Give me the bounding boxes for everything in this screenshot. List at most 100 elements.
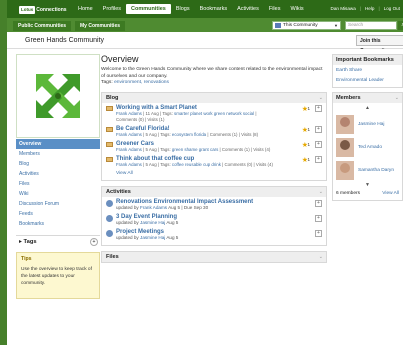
bookmark-link[interactable]: Environmental Leader: [333, 75, 402, 87]
avatar[interactable]: [336, 161, 354, 180]
post-visits: Visits (8): [241, 131, 259, 137]
activity-date: Aug 5: [168, 204, 181, 210]
avatar[interactable]: [336, 115, 354, 134]
sidebar-item-files[interactable]: Files: [16, 179, 100, 189]
chevron-down-icon: ▼: [334, 23, 338, 28]
post-comments[interactable]: Comments (0): [116, 117, 144, 122]
activities-widget: Activities ⌄ Renovations Environmental Im…: [101, 185, 327, 246]
nav-files[interactable]: Files: [264, 4, 286, 14]
members-view-all-link[interactable]: View All: [382, 191, 399, 196]
rating-count: 1: [307, 141, 310, 147]
sidebar-item-blog[interactable]: Blog: [16, 159, 100, 169]
post-date: 11 Aug: [145, 110, 159, 116]
community-tags-link[interactable]: environment, renovations: [114, 80, 169, 85]
expand-activity-icon[interactable]: +: [315, 199, 322, 207]
sidebar-item-overview[interactable]: Overview: [16, 139, 100, 149]
expand-post-icon[interactable]: +: [315, 140, 322, 148]
post-tags-link[interactable]: coffee reusable cup drink: [172, 162, 221, 167]
brand-connections: Connections: [36, 6, 67, 13]
tab-my-communities[interactable]: My Communities: [75, 21, 126, 31]
activity-date: Aug 5: [166, 234, 179, 240]
post-tags-link[interactable]: ecosystem florida: [172, 132, 206, 137]
tags-prefix: Tags:: [101, 80, 113, 85]
post-author-link[interactable]: Frank Adams: [116, 162, 142, 167]
nav-communities[interactable]: Communities: [126, 4, 171, 14]
member-item[interactable]: Ted Amado: [333, 134, 402, 157]
app-frame: Lotus Connections Home Profiles Communit…: [0, 0, 403, 345]
activity-author-link[interactable]: Jasmine Haj: [140, 220, 165, 225]
tab-public-communities[interactable]: Public Communities: [13, 21, 72, 31]
sidebar-item-bookmarks[interactable]: Bookmarks: [16, 219, 100, 229]
bookmark-link[interactable]: Earth Share: [333, 65, 402, 75]
nav-profiles[interactable]: Profiles: [98, 4, 126, 14]
help-link[interactable]: Help: [365, 6, 374, 11]
post-tags-link[interactable]: green shame grant cars: [172, 147, 218, 152]
sidebar-item-wiki[interactable]: Wiki: [16, 189, 100, 199]
tags-section-header[interactable]: ▸ Tags +: [16, 235, 100, 247]
blog-post: Greener Cars Frank Adams | 5 Aug | Tags:…: [102, 139, 326, 154]
nav-blogs[interactable]: Blogs: [171, 4, 195, 14]
brand-lotus: Lotus: [19, 5, 36, 14]
search-input[interactable]: Search: [345, 21, 397, 30]
search-scope-select[interactable]: This Community ▼: [272, 21, 341, 30]
tips-text: Use the overview to keep track of the la…: [21, 267, 92, 286]
activity-author-link[interactable]: Frank Adams: [140, 205, 167, 210]
blog-post: Be Careful Florida! Frank Adams | 5 Aug …: [102, 124, 326, 139]
post-comments[interactable]: Comments (1): [210, 132, 238, 137]
post-author-link[interactable]: Frank Adams: [116, 147, 142, 152]
files-title: Files: [106, 253, 119, 260]
post-date: 5 Aug: [145, 146, 157, 152]
sidebar-item-activities[interactable]: Activities: [16, 169, 100, 179]
post-author-link[interactable]: Frank Adams: [116, 132, 142, 137]
add-tag-icon[interactable]: +: [90, 238, 98, 246]
updated-by-text: updated by: [116, 219, 139, 225]
community-icon: [275, 23, 281, 28]
window-edge: [0, 0, 7, 345]
member-name[interactable]: Ted Amado: [358, 145, 382, 150]
join-community-button[interactable]: Join this Community: [356, 35, 403, 54]
user-name-link[interactable]: Dan Misawa: [331, 6, 356, 11]
expand-post-icon[interactable]: +: [315, 104, 322, 112]
nav-activities[interactable]: Activities: [232, 4, 264, 14]
nav-wikis[interactable]: Wikis: [285, 4, 308, 14]
sidebar-item-discussion-forum[interactable]: Discussion Forum: [16, 199, 100, 209]
activity-author-link[interactable]: Jasmine Haj: [140, 235, 165, 240]
widget-header: Activities ⌄: [102, 186, 326, 197]
page-title: Overview: [101, 54, 139, 64]
left-sidebar: Overview Members Blog Activities Files W…: [16, 54, 100, 299]
blog-view-all-link[interactable]: View All: [102, 169, 326, 180]
post-author-link[interactable]: Frank Adams: [116, 111, 142, 116]
blog-post-meta: Frank Adams | 11 Aug | Tags: smarter pla…: [116, 110, 257, 122]
widget-header: Important Bookmarks: [333, 55, 402, 65]
avatar[interactable]: [336, 138, 354, 157]
logout-link[interactable]: Log Out: [384, 6, 400, 11]
widget-header: Members ⌄: [333, 93, 402, 103]
blog-entry-icon: [106, 126, 113, 132]
nav-bookmarks[interactable]: Bookmarks: [195, 4, 233, 14]
expand-activity-icon[interactable]: +: [315, 214, 322, 222]
nav-home[interactable]: Home: [73, 4, 98, 14]
member-name[interactable]: Samantha Daryn: [358, 168, 394, 173]
expand-post-icon[interactable]: +: [315, 125, 322, 133]
rating-count: 1: [307, 156, 310, 162]
post-date: 5 Aug: [145, 161, 157, 167]
widget-menu-icon[interactable]: ⌄: [319, 252, 323, 262]
sidebar-item-members[interactable]: Members: [16, 149, 100, 159]
post-date: 5 Aug: [145, 131, 157, 137]
post-comments[interactable]: Comments (0): [225, 162, 253, 167]
post-tags-link[interactable]: smarter planet work green network social: [174, 111, 254, 116]
sidebar-item-feeds[interactable]: Feeds: [16, 209, 100, 219]
widget-menu-icon[interactable]: ⌄: [319, 187, 323, 197]
divider: |: [378, 6, 380, 11]
post-comments[interactable]: Comments (1): [222, 147, 250, 152]
activity-date: Aug 5: [166, 219, 179, 225]
search-icon[interactable]: ⌕: [398, 21, 403, 30]
expand-activity-icon[interactable]: +: [315, 229, 322, 237]
product-logo[interactable]: Lotus Connections: [19, 5, 67, 14]
member-item[interactable]: Jasmine Haj: [333, 111, 402, 134]
expand-post-icon[interactable]: +: [315, 155, 322, 163]
widget-menu-icon[interactable]: ⌄: [395, 93, 399, 103]
member-name[interactable]: Jasmine Haj: [358, 122, 384, 127]
widget-menu-icon[interactable]: ⌄: [319, 93, 323, 103]
member-item[interactable]: Samantha Daryn: [333, 157, 402, 180]
